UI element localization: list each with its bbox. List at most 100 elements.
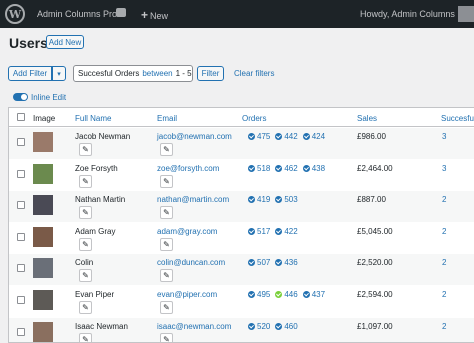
- check-circle-icon: [275, 196, 283, 204]
- column-sales[interactable]: Sales: [357, 114, 377, 123]
- site-name-link[interactable]: Admin Columns Pro: [37, 9, 117, 19]
- column-orders[interactable]: Orders: [242, 114, 266, 123]
- inline-edit-toggle[interactable]: [13, 93, 28, 101]
- sales-value: £887.00: [357, 195, 386, 205]
- order-id: 442: [284, 132, 298, 141]
- email-link[interactable]: nathan@martin.com: [157, 195, 229, 204]
- new-label: New: [150, 11, 169, 21]
- order-link[interactable]: 462: [275, 164, 298, 173]
- order-link[interactable]: 460: [275, 321, 298, 331]
- order-link[interactable]: 424: [302, 132, 326, 141]
- orders-cell: 517 422: [248, 227, 303, 236]
- order-link[interactable]: 437: [302, 290, 326, 299]
- check-circle-icon: [248, 322, 255, 330]
- filter-button[interactable]: Filter: [197, 66, 224, 81]
- order-link[interactable]: 442: [275, 132, 298, 141]
- order-id: 424: [311, 132, 326, 141]
- avatar: [33, 290, 53, 310]
- order-link[interactable]: 446: [275, 290, 298, 299]
- new-content-link[interactable]: + New: [141, 8, 168, 22]
- order-link[interactable]: 419: [248, 195, 270, 204]
- row-checkbox[interactable]: [17, 232, 25, 241]
- order-link[interactable]: 517: [248, 227, 270, 236]
- pencil-icon[interactable]: ✎: [160, 269, 173, 283]
- avatar: [33, 195, 53, 216]
- check-circle-icon: [248, 164, 255, 172]
- check-circle-icon: [275, 164, 283, 172]
- order-link[interactable]: 436: [275, 258, 298, 267]
- order-link[interactable]: 438: [302, 164, 325, 173]
- pencil-icon[interactable]: ✎: [79, 143, 92, 156]
- row-checkbox[interactable]: [17, 264, 25, 273]
- pencil-icon[interactable]: ✎: [79, 206, 92, 220]
- sales-value: £5,045.00: [357, 226, 393, 236]
- add-filter-button[interactable]: Add Filter: [8, 66, 52, 81]
- email-link[interactable]: isaac@newman.com: [157, 322, 231, 331]
- email-link[interactable]: zoe@forsyth.com: [157, 164, 219, 173]
- table-row: Nathan Martin ✎ nathan@martin.com ✎ 419 503 £8…: [9, 191, 474, 223]
- clear-filters-link[interactable]: Clear filters: [234, 69, 274, 78]
- column-email[interactable]: Email: [157, 114, 177, 123]
- email-link[interactable]: jacob@newman.com: [157, 132, 232, 141]
- select-all-checkbox[interactable]: [17, 113, 25, 121]
- account-avatar[interactable]: [458, 6, 474, 22]
- order-id: 460: [284, 321, 298, 331]
- succesful-orders-link[interactable]: 2: [442, 322, 446, 331]
- orders-cell: 520 460: [248, 322, 303, 331]
- check-circle-icon: [302, 291, 310, 298]
- table-row: Jacob Newman ✎ jacob@newman.com ✎ 475 442 424 £…: [9, 128, 474, 159]
- column-succesful[interactable]: Succesful: [441, 114, 474, 123]
- order-id: 503: [284, 195, 298, 205]
- column-full-name[interactable]: Full Name: [75, 114, 111, 123]
- pencil-icon[interactable]: ✎: [79, 269, 92, 283]
- table-row: Colin ✎ colin@duncan.com ✎ 507 436 £2,520.00 2: [9, 254, 474, 286]
- pencil-icon[interactable]: ✎: [79, 174, 92, 188]
- add-filter-dropdown[interactable]: ▾: [52, 66, 66, 81]
- add-new-button[interactable]: Add New: [46, 35, 84, 49]
- chevron-down-icon: ▾: [57, 70, 61, 78]
- pencil-icon[interactable]: ✎: [160, 174, 173, 188]
- pencil-icon[interactable]: ✎: [79, 237, 92, 251]
- succesful-orders-link[interactable]: 3: [442, 164, 446, 173]
- check-circle-icon: [248, 133, 255, 140]
- row-checkbox[interactable]: [17, 201, 25, 210]
- order-link[interactable]: 475: [248, 132, 270, 141]
- order-link[interactable]: 495: [248, 290, 270, 299]
- full-name: Colin: [75, 258, 94, 268]
- pencil-icon[interactable]: ✎: [160, 143, 173, 156]
- row-checkbox[interactable]: [17, 296, 25, 304]
- pencil-icon[interactable]: ✎: [79, 332, 92, 342]
- comment-icon[interactable]: [116, 8, 126, 17]
- order-link[interactable]: 507: [248, 258, 270, 267]
- succesful-orders-link[interactable]: 3: [442, 132, 446, 141]
- succesful-orders-link[interactable]: 2: [442, 258, 446, 267]
- row-checkbox[interactable]: [17, 169, 25, 178]
- succesful-orders-link[interactable]: 2: [442, 290, 446, 299]
- row-checkbox[interactable]: [17, 138, 25, 146]
- order-link[interactable]: 503: [275, 195, 298, 205]
- pencil-icon[interactable]: ✎: [160, 206, 173, 220]
- email-link[interactable]: colin@duncan.com: [157, 258, 225, 267]
- row-checkbox[interactable]: [17, 327, 25, 336]
- order-link[interactable]: 422: [275, 227, 298, 236]
- order-link[interactable]: 518: [248, 164, 270, 173]
- pencil-icon[interactable]: ✎: [79, 301, 92, 314]
- pencil-icon[interactable]: ✎: [160, 332, 173, 342]
- howdy-account-link[interactable]: Howdy, Admin Columns: [360, 9, 455, 19]
- succesful-orders-link[interactable]: 2: [442, 227, 446, 236]
- filter-operator: between: [142, 69, 173, 78]
- sales-value: £2,464.00: [357, 163, 393, 173]
- order-id: 437: [311, 290, 326, 299]
- inline-edit-label[interactable]: Inline Edit: [31, 93, 66, 102]
- succesful-orders-link[interactable]: 2: [442, 195, 446, 204]
- pencil-icon[interactable]: ✎: [160, 301, 173, 314]
- sales-value: £986.00: [357, 132, 386, 141]
- orders-cell: 507 436: [248, 258, 303, 267]
- email-link[interactable]: adam@gray.com: [157, 227, 217, 236]
- email-link[interactable]: evan@piper.com: [157, 290, 217, 299]
- wordpress-icon[interactable]: W: [5, 4, 25, 24]
- order-link[interactable]: 520: [248, 322, 270, 331]
- pencil-icon[interactable]: ✎: [160, 237, 173, 251]
- active-filter-pill[interactable]: Succesful Orders between 1 - 5: [73, 65, 193, 82]
- full-name: Isaac Newman: [75, 321, 128, 331]
